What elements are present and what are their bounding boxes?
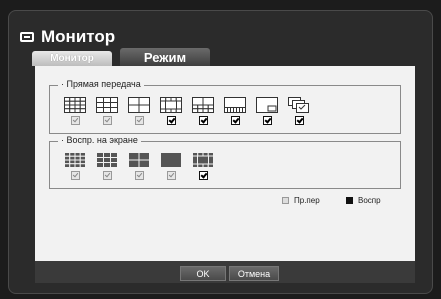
tab-mode[interactable]: Режим: [120, 48, 210, 66]
playback-layout-checkbox[interactable]: [198, 171, 208, 180]
tab-monitor[interactable]: Монитор: [32, 51, 112, 66]
live-layout-checkbox[interactable]: [166, 116, 176, 125]
grid-4-icon: [128, 152, 150, 168]
live-layout-checkbox[interactable]: [262, 116, 272, 125]
window-title: Монитор: [20, 27, 115, 47]
playback-layout-option: [123, 152, 155, 180]
monitor-icon: [20, 32, 34, 42]
tab-bar: Монитор Режим: [32, 48, 414, 66]
playback-layout-checkbox[interactable]: [166, 171, 176, 180]
pip-icon: [256, 97, 278, 113]
playback-layout-checkbox[interactable]: [102, 171, 112, 180]
playback-group-label: · Воспр. на экране: [58, 135, 141, 145]
playback-layout-option: [187, 152, 219, 180]
live-group-label: · Прямая передача: [58, 79, 144, 89]
single-icon: [160, 152, 182, 168]
live-layout-option: [251, 97, 283, 125]
playback-layout-option: [155, 152, 187, 180]
grid-16-icon: [64, 152, 86, 168]
legend-play-label: Воспр: [358, 196, 381, 205]
ok-button[interactable]: OK: [180, 266, 226, 281]
legend-preview-swatch: [282, 197, 289, 204]
sequence-icon: [288, 97, 310, 113]
live-layout-checkbox[interactable]: [134, 116, 144, 125]
live-layout-option: [155, 97, 187, 125]
live-layout-option: [283, 97, 315, 125]
playback-layout-list: [59, 152, 219, 180]
live-layout-option: [123, 97, 155, 125]
live-layout-checkbox[interactable]: [198, 116, 208, 125]
grid-16-icon: [64, 97, 86, 113]
grid-4-icon: [128, 97, 150, 113]
window-title-text: Монитор: [41, 27, 116, 46]
layout-10-icon: [192, 97, 214, 113]
live-layout-checkbox[interactable]: [294, 116, 304, 125]
live-layout-checkbox[interactable]: [102, 116, 112, 125]
live-layout-list: [59, 97, 315, 125]
layout-13-icon: [160, 97, 182, 113]
grid-9-icon: [96, 152, 118, 168]
live-layout-checkbox[interactable]: [230, 116, 240, 125]
grid-9-icon: [96, 97, 118, 113]
legend-play-swatch: [346, 197, 353, 204]
live-layout-checkbox[interactable]: [70, 116, 80, 125]
legend-play: Воспр: [346, 196, 381, 205]
layout-13-icon: [192, 152, 214, 168]
playback-layout-checkbox[interactable]: [70, 171, 80, 180]
live-layout-option: [91, 97, 123, 125]
playback-layout-checkbox[interactable]: [134, 171, 144, 180]
live-layout-option: [219, 97, 251, 125]
live-layout-option: [59, 97, 91, 125]
cancel-button[interactable]: Отмена: [229, 266, 279, 281]
legend-preview-label: Пр.пер: [294, 196, 320, 205]
live-layout-option: [187, 97, 219, 125]
layout-8-icon: [224, 97, 246, 113]
playback-layout-option: [91, 152, 123, 180]
legend-preview: Пр.пер: [282, 196, 320, 205]
playback-layout-option: [59, 152, 91, 180]
mode-panel: · Прямая передача · Воспр. на экране Пр.…: [35, 66, 415, 261]
